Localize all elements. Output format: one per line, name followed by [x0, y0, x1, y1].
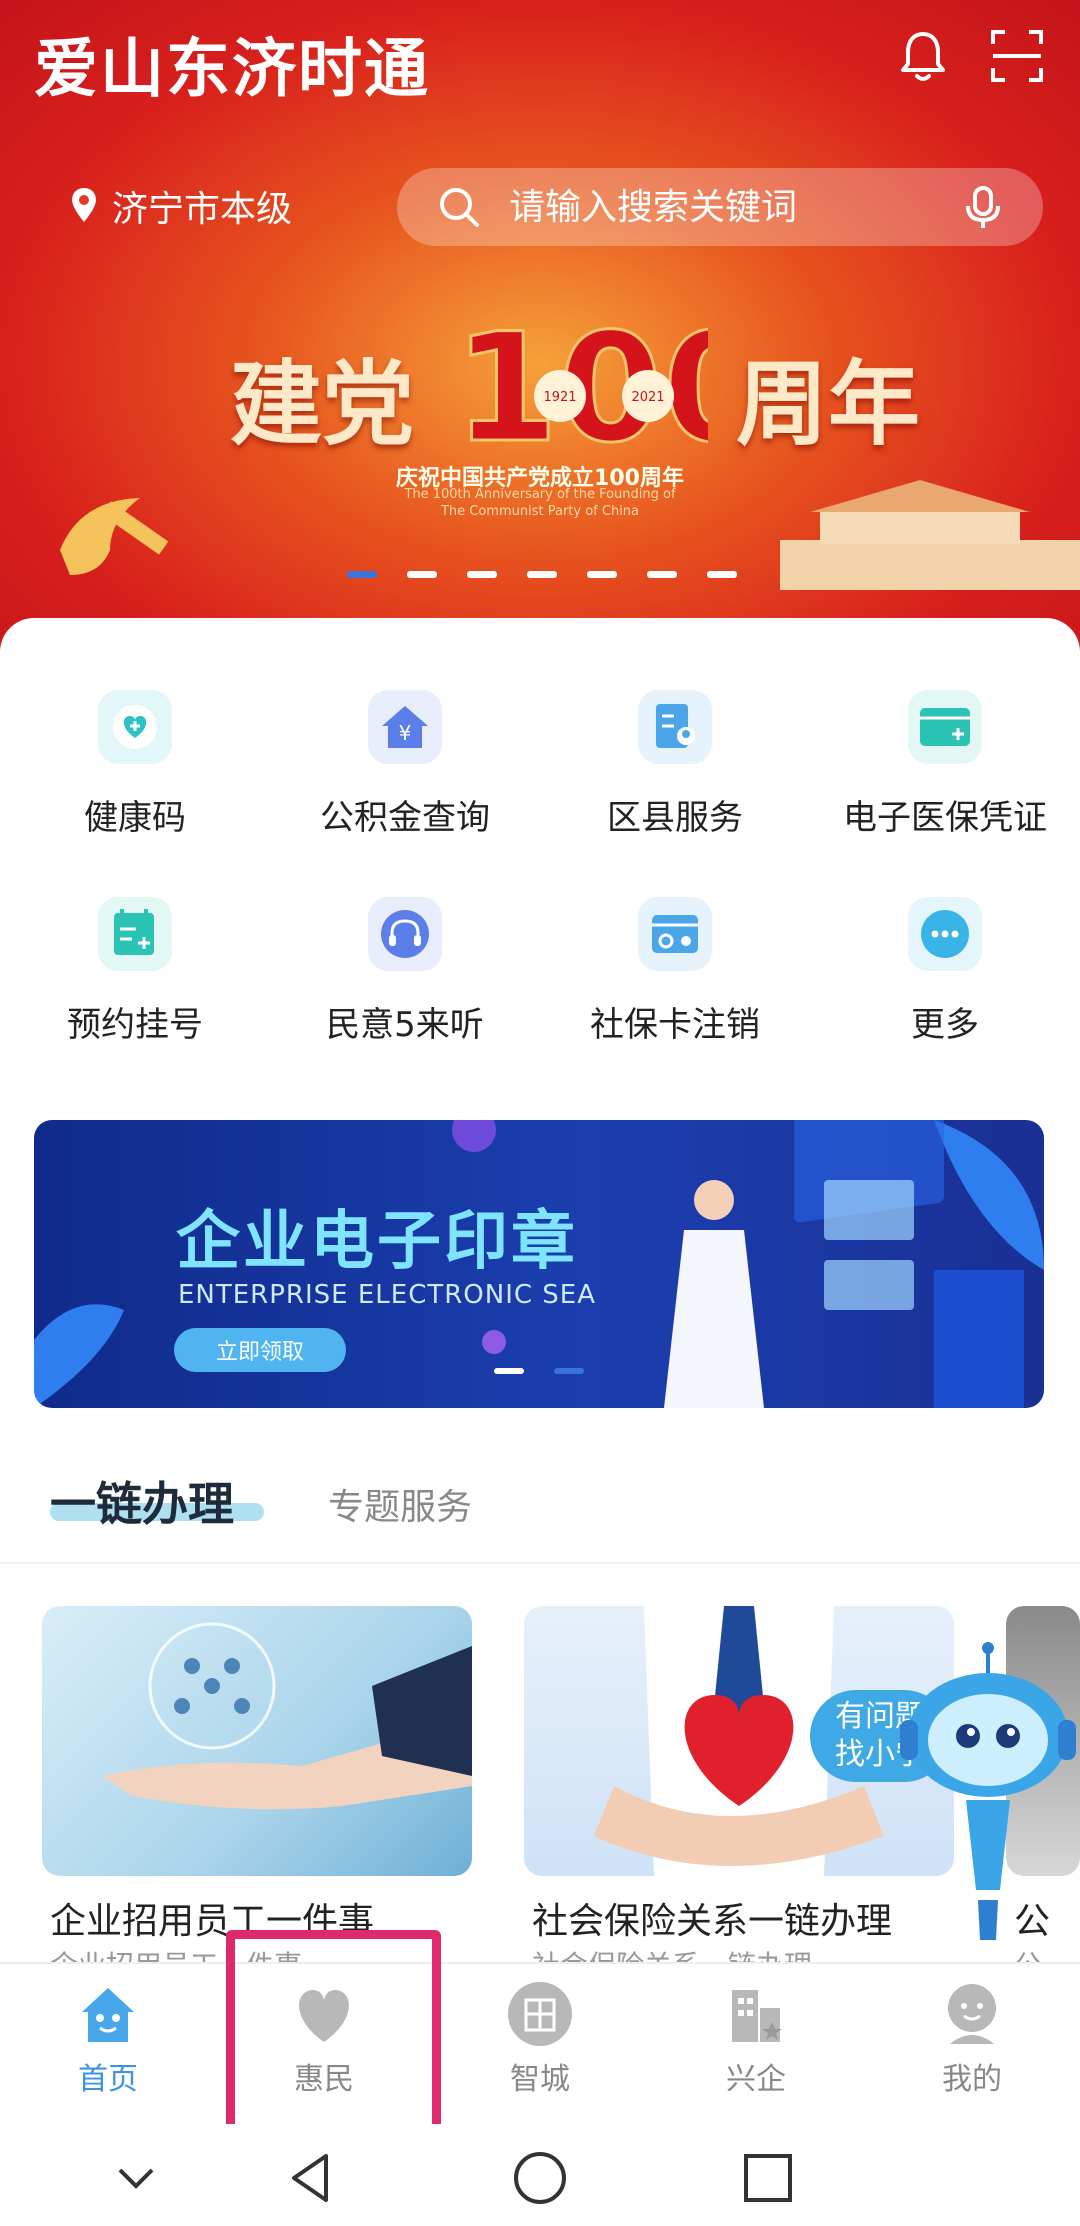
tab-one-chain[interactable]: 一链办理: [50, 1468, 234, 1534]
service-card[interactable]: 企业招用员工一件事 企业招用员工一件事: [42, 1606, 472, 1982]
nav-enterprise-label: 兴企: [726, 2062, 786, 2097]
banner-right-text: 周年: [736, 350, 921, 458]
profile-icon: [948, 1984, 996, 2044]
service-label: 预约挂号: [67, 1005, 203, 1045]
tab-topic-services[interactable]: 专题服务: [328, 1478, 472, 1530]
service-label: 健康码: [84, 798, 186, 838]
service-grid-row-1: 健康码 ¥ 公积金查询 区县服务 电子医保凭证: [0, 690, 1080, 839]
nav-profile[interactable]: 我的: [864, 1964, 1080, 2124]
scan-icon[interactable]: [987, 26, 1047, 86]
year-start: 1921: [543, 390, 576, 405]
divider: [0, 1562, 1080, 1564]
service-county-service[interactable]: 区县服务: [540, 690, 810, 839]
recent-apps-icon[interactable]: [740, 2150, 796, 2206]
assistant-robot-icon[interactable]: [896, 1640, 1080, 1970]
medical-insurance-icon: [908, 690, 982, 764]
county-service-icon: [638, 690, 712, 764]
search-input[interactable]: [509, 168, 929, 246]
service-housing-fund[interactable]: ¥ 公积金查询: [270, 690, 540, 839]
pagination-dot: [527, 571, 557, 578]
nav-smart-city-label: 智城: [510, 2062, 570, 2097]
nav-home-label: 首页: [78, 2062, 138, 2097]
service-card-image: [42, 1606, 472, 1876]
chevron-down-icon[interactable]: [108, 2150, 164, 2206]
service-label: 民意5来听: [326, 1005, 484, 1045]
pagination-dot: [554, 1368, 584, 1374]
home-icon: [82, 1988, 134, 2042]
promo-claim-button[interactable]: 立即领取: [174, 1328, 346, 1372]
microphone-icon[interactable]: [960, 184, 1006, 230]
headset-icon: [368, 897, 442, 971]
tiananmen-silhouette: [780, 480, 1080, 590]
service-grid-row-2: 预约挂号 民意5来听 社保卡注销 更多: [0, 897, 1080, 1046]
pagination-dot: [647, 571, 677, 578]
search-icon: [440, 188, 479, 227]
enterprise-icon: [732, 1990, 782, 2042]
service-appointment[interactable]: 预约挂号: [0, 897, 270, 1046]
service-label: 更多: [911, 1005, 979, 1045]
more-icon: [908, 897, 982, 971]
network-hand-illustration: [102, 1622, 472, 1810]
pagination-dot: [467, 571, 497, 578]
promo-subtitle: ENTERPRISE ELECTRONIC SEA: [178, 1280, 597, 1310]
housing-fund-icon: ¥: [368, 690, 442, 764]
bottom-navigation: 首页 惠民 智城 兴企 我的: [0, 1962, 1080, 2124]
search-box[interactable]: [397, 168, 1043, 246]
pagination-dot: [707, 571, 737, 578]
highlight-annotation-box: [226, 1930, 441, 2136]
pagination-dot: [407, 571, 437, 578]
nav-home[interactable]: 首页: [0, 1964, 216, 2124]
appointment-icon: [98, 897, 172, 971]
service-label: 区县服务: [607, 798, 743, 838]
bell-icon[interactable]: [893, 26, 953, 86]
app-screen: 爱山东济时通 济宁市本级 请输入搜索关键词 建党 1921 2021 周年 庆祝…: [0, 0, 1080, 2226]
service-label: 电子医保凭证: [843, 798, 1047, 838]
service-medical-insurance[interactable]: 电子医保凭证: [810, 690, 1080, 839]
health-code-icon: [98, 690, 172, 764]
service-more[interactable]: 更多: [810, 897, 1080, 1046]
promo-banner[interactable]: 企业电子印章 ENTERPRISE ELECTRONIC SEA 立即领取: [34, 1120, 1044, 1408]
pagination-dot: [494, 1368, 524, 1374]
location-pin-icon: [72, 188, 96, 222]
service-headset[interactable]: 民意5来听: [270, 897, 540, 1046]
service-health-code[interactable]: 健康码: [0, 690, 270, 839]
promo-pagination: [494, 1368, 584, 1374]
location-selector[interactable]: 济宁市本级: [70, 176, 292, 236]
hammer-sickle-emblem: [60, 498, 169, 575]
social-card-icon: [638, 897, 712, 971]
centenary-emblem: 100 1921 2021: [453, 312, 709, 462]
system-navigation-bar: [0, 2124, 1080, 2226]
service-card-title: 社会保险关系一链办理: [532, 1901, 893, 1942]
service-label: 社保卡注销: [590, 1005, 760, 1045]
service-social-card[interactable]: 社保卡注销: [540, 897, 810, 1046]
nav-profile-label: 我的: [942, 2062, 1002, 2097]
back-icon[interactable]: [284, 2150, 340, 2206]
pagination-dot: [347, 571, 377, 578]
pagination-dot: [587, 571, 617, 578]
nav-smart-city[interactable]: 智城: [432, 1964, 648, 2124]
nav-enterprise[interactable]: 兴企: [648, 1964, 864, 2124]
city-icon: [508, 1982, 572, 2046]
app-title: 爱山东济时通: [34, 33, 430, 107]
promo-title: 企业电子印章: [176, 1205, 578, 1279]
hero-banner[interactable]: 爱山东济时通 济宁市本级 请输入搜索关键词 建党 1921 2021 周年 庆祝…: [0, 0, 1080, 660]
svg-text:¥: ¥: [399, 721, 412, 745]
home-circle-icon[interactable]: [512, 2150, 568, 2206]
location-label: 济宁市本级: [112, 189, 293, 230]
banner-left-text: 建党: [230, 350, 415, 458]
year-end: 2021: [631, 390, 664, 405]
banner-pagination: [347, 571, 737, 578]
service-label: 公积金查询: [320, 798, 490, 838]
